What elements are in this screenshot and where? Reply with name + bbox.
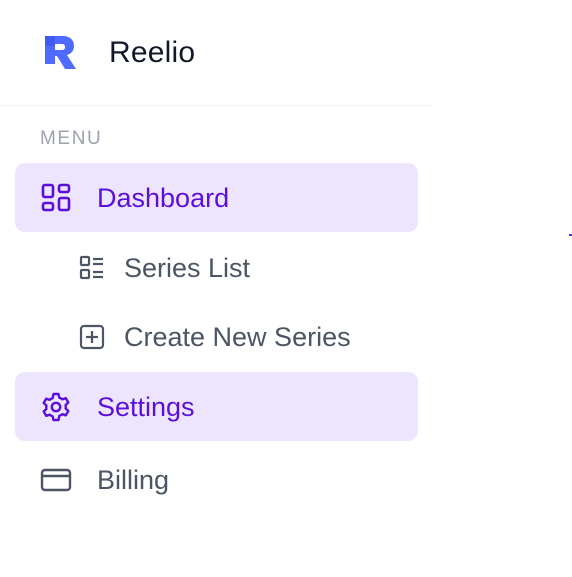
gear-icon — [42, 392, 70, 421]
grid-icon — [41, 183, 71, 211]
menu-section-label: MENU — [40, 128, 103, 149]
credit-card-icon — [40, 468, 72, 491]
brand-header: Reelio — [0, 0, 432, 106]
list-icon — [79, 255, 103, 279]
sidebar-item-dashboard[interactable]: Dashboard — [15, 163, 418, 232]
plus-square-icon — [79, 324, 105, 349]
sidebar-item-label: Series List — [124, 252, 251, 283]
reelio-logo-icon[interactable] — [43, 34, 79, 72]
sidebar-item-billing[interactable]: Billing — [15, 445, 418, 514]
brand-name[interactable]: Reelio — [109, 34, 195, 72]
sidebar-item-create-new-series[interactable]: Create New Series — [15, 302, 418, 371]
sidebar-item-settings[interactable]: Settings — [15, 372, 418, 441]
sidebar-item-label: Settings — [97, 391, 195, 422]
sidebar-item-label: Create New Series — [124, 321, 351, 352]
sidebar-item-label: Billing — [97, 464, 170, 495]
sidebar: Reelio MENU Dashboard Series List Create… — [0, 0, 432, 577]
sidebar-item-label: Dashboard — [97, 182, 230, 213]
sidebar-item-series-list[interactable]: Series List — [15, 233, 418, 302]
